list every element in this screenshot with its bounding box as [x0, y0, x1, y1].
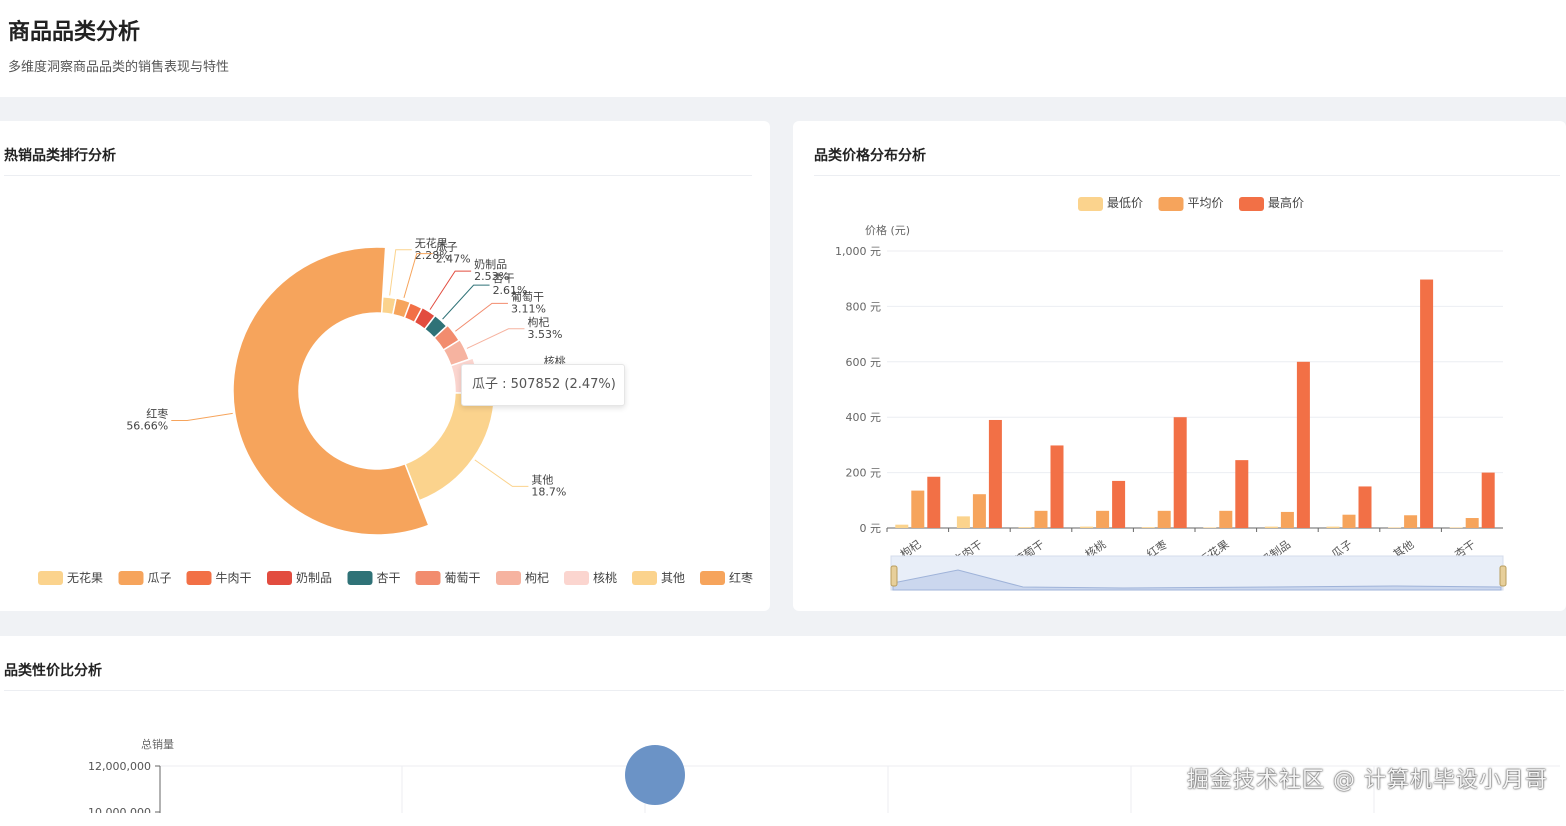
- scatter-point: [625, 745, 685, 805]
- bar-最高价-葡萄干: [1050, 445, 1064, 528]
- legend-label-奶制品: 奶制品: [296, 571, 332, 585]
- pie-label-line: [466, 328, 525, 349]
- y-tick-label: 400 元: [846, 411, 882, 424]
- pie-slice-红枣: [232, 246, 430, 536]
- legend-swatch-最低价: [1078, 197, 1103, 211]
- y-tick-label: 800 元: [846, 300, 882, 313]
- pie-slice-其他: [404, 392, 496, 502]
- rose-pie-chart: 无花果2.28%瓜子2.47% 奶制品2.53%杏干2.61%葡萄干3.11%枸杞…: [38, 237, 753, 585]
- pie-label-line: [474, 459, 529, 487]
- bar-最高价-核桃: [1112, 480, 1126, 528]
- bar-最低价-奶制品: [1264, 526, 1278, 528]
- legend-swatch-其他: [632, 571, 657, 585]
- datazoom-handle-right: [1499, 565, 1507, 587]
- bar-最高价-牛肉干: [988, 419, 1002, 528]
- legend-label-红枣: 红枣: [729, 570, 753, 585]
- pie-label-name: 奶制品: [474, 257, 507, 271]
- y-tick-label: 12,000,000: [88, 760, 151, 773]
- pie-label-percent: 2.47%: [436, 253, 471, 266]
- y-axis-title: 总销量: [141, 737, 174, 751]
- bar-平均价-葡萄干: [1034, 510, 1048, 528]
- bar-最高价-瓜子: [1358, 486, 1372, 528]
- bar-平均价-其他: [1404, 515, 1418, 528]
- bar-最高价-枸杞: [927, 476, 941, 528]
- pie-label-line: [389, 249, 412, 296]
- bar-最高价-其他: [1420, 279, 1434, 528]
- legend-swatch-牛肉干: [186, 571, 212, 585]
- legend-label-枸杞: 枸杞: [525, 570, 549, 585]
- page-header: 商品品类分析 多维度洞察商品品类的销售表现与特性: [0, 0, 1566, 97]
- legend-swatch-平均价: [1158, 197, 1184, 211]
- bar-平均价-奶制品: [1280, 511, 1294, 528]
- bar-最低价-杏干: [1449, 527, 1463, 528]
- legend-swatch-奶制品: [267, 571, 292, 585]
- y-tick-label: 0 元: [860, 522, 882, 535]
- legend-swatch-核桃: [564, 571, 589, 585]
- bar-平均价-牛肉干: [972, 494, 986, 528]
- legend-swatch-葡萄干: [415, 571, 441, 585]
- page-subtitle: 多维度洞察商品品类的销售表现与特性: [8, 60, 230, 75]
- y-axis-title: 价格 (元): [865, 223, 910, 237]
- bar-平均价-杏干: [1465, 518, 1479, 528]
- bar-最低价-葡萄干: [1018, 527, 1032, 528]
- legend-label-瓜子: 瓜子: [148, 571, 172, 585]
- legend-swatch-最高价: [1239, 197, 1264, 211]
- legend-label-葡萄干: 葡萄干: [445, 571, 481, 585]
- legend-swatch-红枣: [700, 571, 725, 585]
- legend-swatch-瓜子: [118, 571, 144, 585]
- pie-label-percent: 3.11%: [511, 302, 546, 315]
- legend-label-无花果: 无花果: [67, 570, 103, 585]
- legend-label-杏干: 杏干: [377, 571, 401, 585]
- legend-swatch-无花果: [38, 571, 63, 585]
- pie-tooltip: 瓜子 : 507852 (2.47%): [461, 364, 625, 406]
- bar-最低价-瓜子: [1326, 526, 1340, 528]
- bar-最低价-核桃: [1080, 526, 1094, 528]
- legend-label-核桃: 核桃: [593, 570, 617, 585]
- pie-label-percent: 18.7%: [531, 485, 566, 498]
- bar-最高价-杏干: [1481, 472, 1495, 528]
- pie-label-percent: 3.53%: [527, 328, 562, 341]
- bar-最低价-枸杞: [895, 524, 909, 528]
- bar-平均价-枸杞: [911, 490, 925, 528]
- bar-平均价-核桃: [1096, 510, 1110, 528]
- bar-平均价-瓜子: [1342, 514, 1356, 528]
- bar-最高价-红枣: [1173, 417, 1187, 528]
- page-title: 商品品类分析: [8, 20, 141, 45]
- legend-label-其他: 其他: [661, 571, 685, 585]
- bar-最低价-牛肉干: [956, 516, 970, 528]
- legend-swatch-杏干: [347, 571, 373, 585]
- y-tick-label: 1,000 元: [835, 245, 881, 258]
- bar-平均价-红枣: [1157, 510, 1171, 528]
- pie-label-line: [455, 302, 508, 332]
- bar-最高价-无花果: [1235, 460, 1249, 528]
- price-bar-chart: 最低价 平均价 最高价价格 (元) 0 元 200 元 400 元 600 元 800 元 1,…: [835, 195, 1507, 591]
- bar-最高价-奶制品: [1296, 361, 1310, 528]
- pie-label-name: 枸杞: [527, 315, 549, 329]
- y-tick-label: 600 元: [846, 356, 882, 369]
- legend-swatch-枸杞: [496, 571, 521, 585]
- legend-label-最高价: 最高价: [1268, 195, 1304, 210]
- legend-label-平均价: 平均价: [1188, 196, 1224, 210]
- legend-label-最低价: 最低价: [1107, 196, 1143, 210]
- pie-label-line: [429, 270, 472, 310]
- y-tick-label: 200 元: [846, 467, 882, 480]
- pie-label-percent: 56.66%: [126, 419, 168, 432]
- bar-最低价-其他: [1388, 527, 1402, 528]
- datazoom-handle-left: [890, 565, 898, 587]
- pie-label-line: [171, 412, 233, 421]
- bar-最低价-无花果: [1203, 527, 1217, 528]
- y-tick-label: 10,000,000: [88, 806, 151, 813]
- legend-label-牛肉干: 牛肉干: [216, 570, 252, 585]
- pie-label-line: [442, 284, 490, 320]
- bar-最低价-红枣: [1141, 527, 1155, 528]
- watermark-text: 掘金技术社区 @ 计算机毕设小月哥: [1187, 768, 1548, 793]
- bar-平均价-无花果: [1219, 510, 1233, 528]
